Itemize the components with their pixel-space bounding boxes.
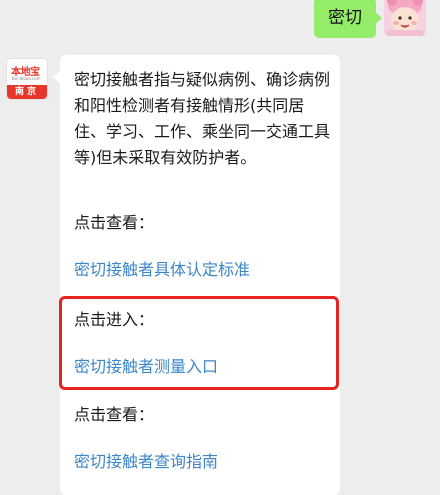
user-avatar[interactable] [384,0,426,36]
description-text: 密切接触者指与疑似病例、确诊病例和阳性检测者有接触情形(共同居住、学习、工作、乘… [74,70,331,167]
link-close-contact-measurement[interactable]: 密切接触者测量入口 [74,356,218,378]
link-close-contact-query-guide[interactable]: 密切接触者查询指南 [74,451,218,473]
section-1-prompt: 点击查看： [74,213,155,232]
section-3-prompt: 点击查看： [74,405,155,424]
incoming-bubble: 密切接触者指与疑似病例、确诊病例和阳性检测者有接触情形(共同居住、学习、工作、乘… [53,55,340,495]
link-close-contact-criteria[interactable]: 密切接触者具体认定标准 [74,259,250,281]
brand-domain-text: Bendibao.com [12,76,41,81]
outgoing-text: 密切 [328,8,362,28]
baby-photo-icon [384,0,426,36]
brand-logo-area: 本地宝 Bendibao.com [7,59,47,86]
section-2-prompt: 点击进入： [74,310,155,329]
brand-city-label: 南京 [7,85,47,99]
outgoing-bubble[interactable]: 密切 [314,0,382,38]
brand-avatar[interactable]: 本地宝 Bendibao.com 南京 [6,58,48,100]
